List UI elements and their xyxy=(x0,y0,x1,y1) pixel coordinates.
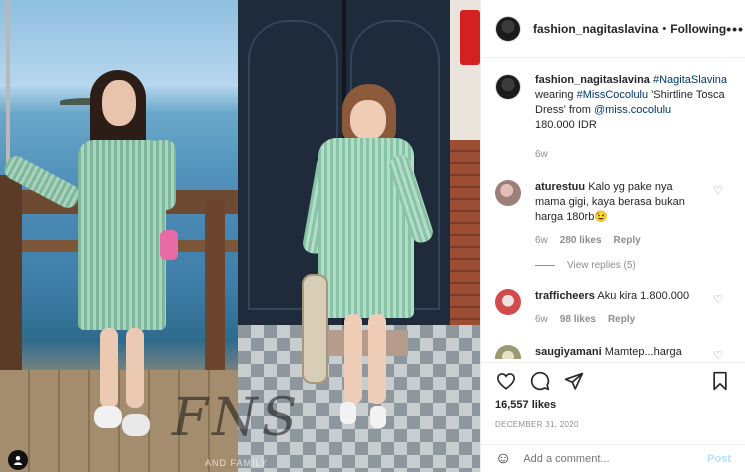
following-button[interactable]: Following xyxy=(670,22,726,36)
likes-count[interactable]: 16,557 likes xyxy=(495,399,556,411)
woven-bag xyxy=(302,274,328,384)
pink-bag xyxy=(160,230,178,260)
comment-item: saugiyamani Mamtep...harga ♡ xyxy=(495,345,733,359)
model-face xyxy=(102,80,136,126)
hashtag-link[interactable]: #MissCocolulu xyxy=(577,89,649,101)
white-heel xyxy=(340,402,356,424)
comment-input[interactable] xyxy=(523,452,694,465)
comment-text: Aku kira 1.800.000 xyxy=(597,290,690,302)
brick-column xyxy=(450,140,480,340)
comments-list[interactable]: fashion_nagitaslavina #NagitaSlavina wea… xyxy=(481,59,745,359)
mention-link[interactable]: @miss.cocolulu xyxy=(594,104,671,116)
replies-divider xyxy=(535,265,555,266)
comment-meta: 6w 98 likes Reply xyxy=(535,312,703,327)
commenter-avatar[interactable] xyxy=(495,180,521,206)
model-figure-right xyxy=(301,84,438,464)
caption-body: wearing xyxy=(535,89,574,101)
post-header: fashion_nagitaslavina • Following ••• xyxy=(481,0,745,58)
comment-meta: 6w 280 likes Reply xyxy=(535,233,703,248)
commenter-avatar[interactable] xyxy=(495,289,521,315)
model-leg xyxy=(368,314,386,404)
post-actions xyxy=(481,362,745,398)
comment-body: trafficheers Aku kira 1.800.000 6w 98 li… xyxy=(535,289,703,327)
model-figure-left xyxy=(1,70,180,470)
author-username[interactable]: fashion_nagitaslavina xyxy=(533,22,658,36)
commenter-username[interactable]: trafficheers xyxy=(535,290,595,302)
model-leg xyxy=(126,328,144,408)
commenter-username[interactable]: aturestuu xyxy=(535,181,585,193)
like-comment-icon[interactable]: ♡ xyxy=(713,349,723,359)
sneaker xyxy=(122,414,150,436)
commenter-avatar[interactable] xyxy=(495,345,521,359)
sneaker xyxy=(94,406,122,428)
comment-body: aturestuu Kalo yg pake nya mama gigi, ka… xyxy=(535,180,703,248)
comment-likes[interactable]: 280 likes xyxy=(560,233,602,248)
emoji-icon[interactable]: ☺ xyxy=(495,450,511,468)
post-button[interactable]: Post xyxy=(707,453,731,465)
comment-item: aturestuu Kalo yg pake nya mama gigi, ka… xyxy=(495,180,733,248)
author-avatar[interactable] xyxy=(495,15,521,42)
more-options-icon[interactable]: ••• xyxy=(726,21,744,37)
post-side-panel: fashion_nagitaslavina • Following ••• fa… xyxy=(480,0,745,472)
view-replies-button[interactable]: View replies (5) xyxy=(535,260,733,271)
model-leg xyxy=(344,314,362,404)
share-icon[interactable] xyxy=(563,370,585,392)
comment-body: saugiyamani Mamtep...harga xyxy=(535,345,703,359)
view-replies-label[interactable]: View replies (5) xyxy=(567,260,636,271)
like-comment-icon[interactable]: ♡ xyxy=(713,184,723,197)
tag-user-icon[interactable] xyxy=(8,450,28,470)
watermark-subtitle: AND FAMILY xyxy=(205,458,268,468)
commenter-username[interactable]: saugiyamani xyxy=(535,346,602,358)
comment-item: trafficheers Aku kira 1.800.000 6w 98 li… xyxy=(495,289,733,327)
caption-price: 180.000 IDR xyxy=(535,119,597,131)
boat-post-right xyxy=(205,200,225,370)
model-face xyxy=(350,100,386,140)
comment-icon[interactable] xyxy=(529,370,551,392)
model-arm xyxy=(150,140,176,210)
bookmark-icon[interactable] xyxy=(709,370,731,392)
caption-text: fashion_nagitaslavina #NagitaSlavina wea… xyxy=(535,73,733,162)
caption-time: 6w xyxy=(535,149,548,160)
comment-likes[interactable]: 98 likes xyxy=(560,312,596,327)
caption-username[interactable]: fashion_nagitaslavina xyxy=(535,74,650,86)
model-leg xyxy=(100,328,118,408)
comment-time: 6w xyxy=(535,314,548,325)
red-box xyxy=(460,10,480,65)
reply-button[interactable]: Reply xyxy=(614,233,641,248)
author-avatar[interactable] xyxy=(495,74,521,100)
comment-composer: ☺ Post xyxy=(481,444,745,472)
post-date: DECEMBER 31, 2020 xyxy=(495,420,579,429)
like-comment-icon[interactable]: ♡ xyxy=(713,293,723,306)
separator-dot: • xyxy=(662,22,667,35)
post-photo[interactable]: FNS AND FAMILY xyxy=(0,0,480,472)
hashtag-link[interactable]: #NagitaSlavina xyxy=(653,74,727,86)
heart-icon[interactable] xyxy=(495,370,517,392)
reply-button[interactable]: Reply xyxy=(608,312,635,327)
comment-text: Mamtep...harga xyxy=(604,346,682,358)
comment-time: 6w xyxy=(535,235,548,246)
white-heel xyxy=(370,406,386,428)
post-caption: fashion_nagitaslavina #NagitaSlavina wea… xyxy=(495,73,733,162)
watermark-logo: FNS xyxy=(172,388,302,448)
